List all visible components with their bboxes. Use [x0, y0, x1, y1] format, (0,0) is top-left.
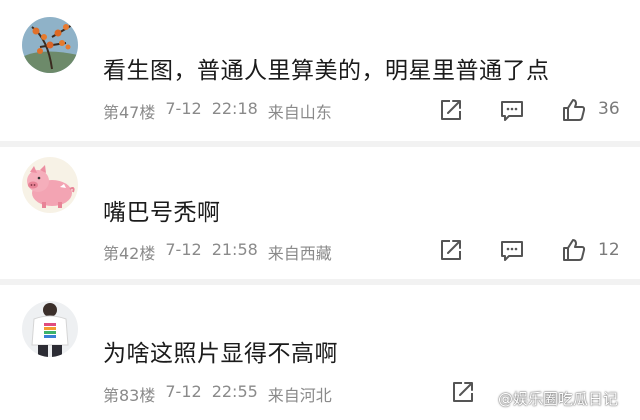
divider: [0, 279, 640, 285]
comment-time: 22:18: [211, 99, 258, 118]
floor-number: 第47楼: [103, 103, 156, 122]
comment-date: 7-12: [165, 382, 202, 401]
comment-icon: [501, 241, 523, 261]
comment-icon: [501, 101, 523, 121]
comment-date: 7-12: [165, 99, 202, 118]
reply-button[interactable]: [499, 97, 525, 123]
avatar-persimmon-tree-image: [22, 17, 78, 73]
comment-item: 嘴巴号秃啊 第42楼 7-12 21:58 来自西藏 12: [0, 148, 640, 276]
like-count: 12: [598, 240, 620, 260]
thumbs-up-icon: [563, 99, 586, 121]
share-button[interactable]: [438, 97, 464, 123]
comment-meta: 第47楼 7-12 22:18 来自山东: [103, 99, 332, 123]
share-icon: [441, 240, 461, 260]
floor-number: 第42楼: [103, 244, 156, 263]
comment-time: 22:55: [211, 382, 258, 401]
comment-time: 21:58: [211, 240, 258, 259]
comment-date: 7-12: [165, 240, 202, 259]
comment-location: 来自山东: [267, 103, 332, 122]
floor-number: 第83楼: [103, 386, 156, 405]
avatar[interactable]: [22, 157, 78, 213]
avatar-person-photo-image: [22, 301, 78, 357]
comment-text: 嘴巴号秃啊: [103, 200, 221, 226]
divider: [0, 141, 640, 147]
share-button[interactable]: [450, 379, 476, 405]
comment-meta: 第83楼 7-12 22:55 来自河北: [103, 382, 332, 406]
watermark-text: @娱乐圈吃瓜日记: [498, 390, 619, 408]
like-count: 36: [598, 99, 620, 119]
share-icon: [441, 100, 461, 120]
comment-text: 为啥这照片显得不高啊: [103, 341, 338, 367]
comment-item: 看生图，普通人里算美的，明星里普通了点 第47楼 7-12 22:18 来自山东…: [0, 0, 640, 140]
thumbs-up-icon: [563, 239, 586, 261]
avatar-pink-pig-image: [22, 157, 78, 213]
like-button[interactable]: [561, 237, 587, 263]
share-icon: [453, 382, 473, 402]
camera-icon: [476, 392, 494, 406]
reply-button[interactable]: [499, 237, 525, 263]
share-button[interactable]: [438, 237, 464, 263]
like-button[interactable]: [561, 97, 587, 123]
comment-location: 来自河北: [267, 386, 332, 405]
comment-text: 看生图，普通人里算美的，明星里普通了点: [103, 58, 550, 84]
comment-meta: 第42楼 7-12 21:58 来自西藏: [103, 240, 332, 264]
comment-location: 来自西藏: [267, 244, 332, 263]
avatar[interactable]: [22, 17, 78, 73]
watermark: @娱乐圈吃瓜日记: [476, 388, 618, 409]
avatar[interactable]: [22, 301, 78, 357]
